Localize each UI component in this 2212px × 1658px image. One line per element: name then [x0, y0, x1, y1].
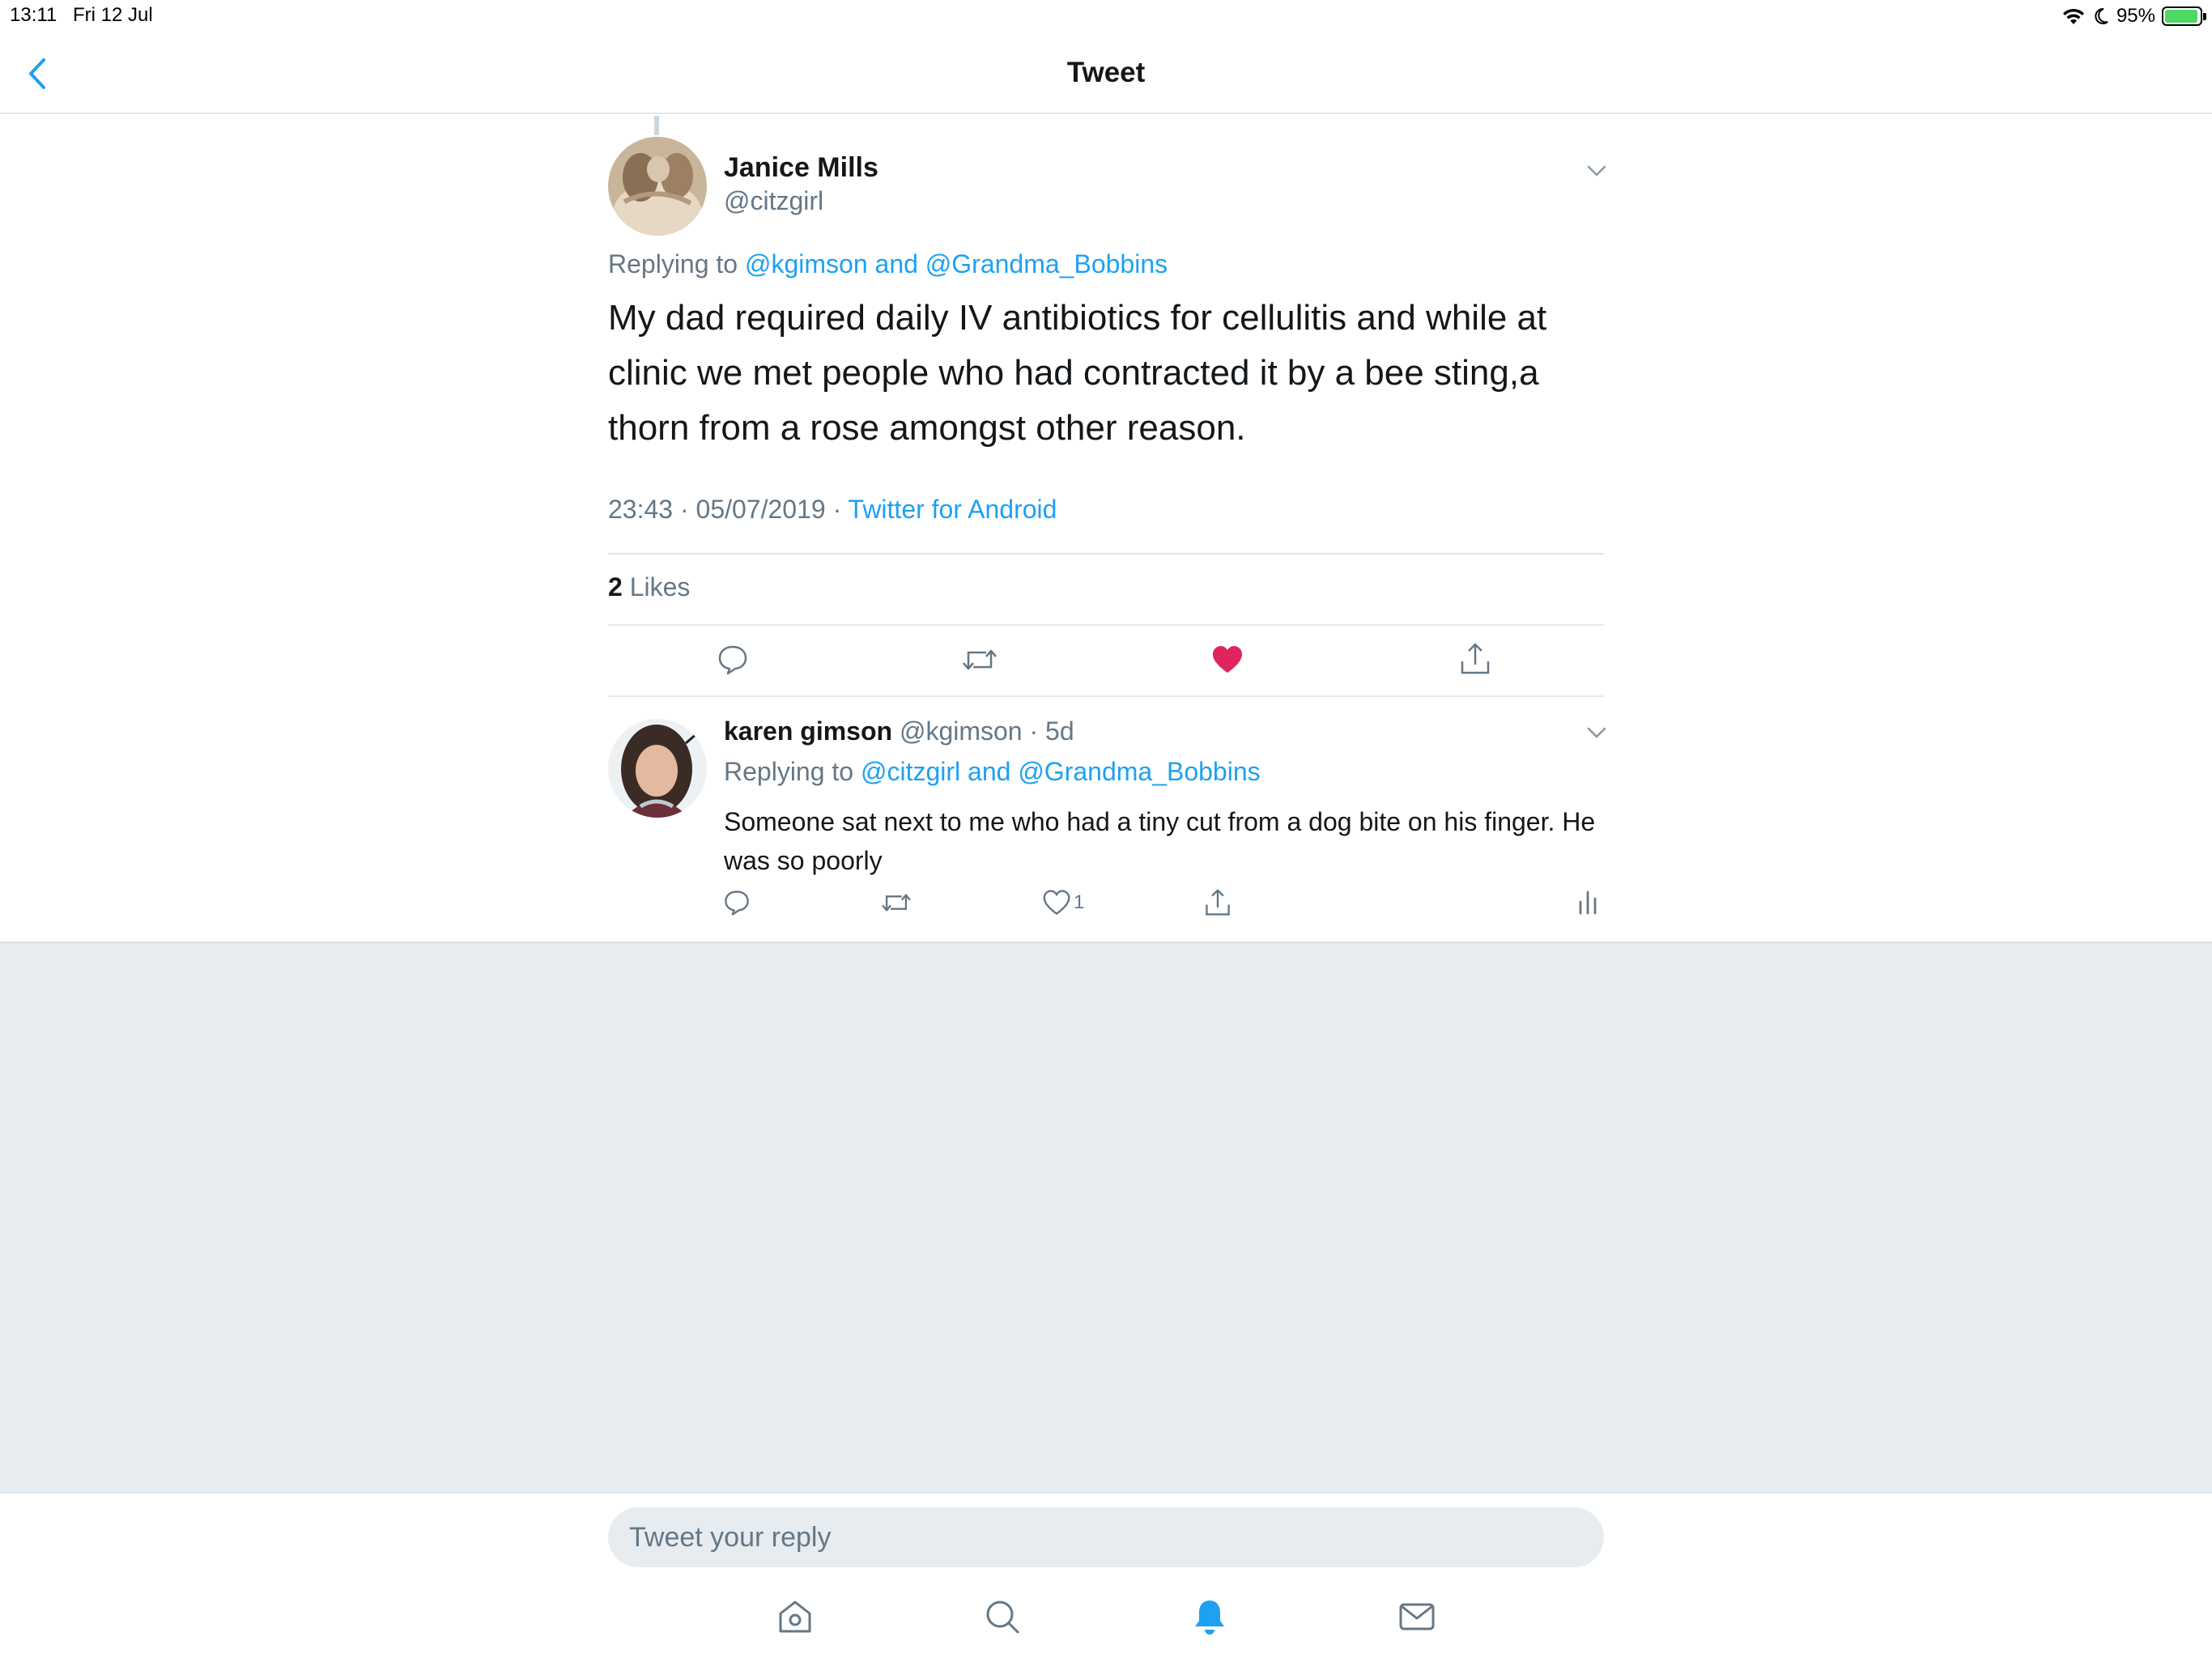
bottom-bar — [0, 1492, 2212, 1658]
avatar-image — [608, 719, 707, 818]
reply-icon — [725, 891, 749, 916]
status-indicators: 95% — [2061, 3, 2206, 29]
author-handle[interactable]: @citzgirl — [724, 186, 823, 216]
chevron-down-icon[interactable] — [1585, 725, 1608, 741]
dot-separator: · — [1022, 716, 1046, 746]
reply-age: 5d — [1045, 716, 1074, 746]
page-title: Tweet — [1066, 57, 1146, 88]
empty-background — [0, 942, 2212, 1492]
heart-outline-icon — [1043, 890, 1070, 916]
divider — [608, 695, 1604, 697]
replying-prefix: Replying to — [724, 757, 854, 786]
messages-icon[interactable] — [1396, 1596, 1438, 1638]
battery-nub — [2203, 13, 2206, 20]
home-icon[interactable] — [774, 1596, 816, 1638]
avatar-image — [608, 137, 707, 236]
battery-fill — [2165, 10, 2197, 23]
nav-header: Tweet — [0, 32, 2212, 114]
tweet-meta: 23:43 · 05/07/2019 · Twitter for Android — [608, 495, 1057, 525]
status-bar: 13:11 Fri 12 Jul 95% — [0, 0, 2212, 32]
reply-author-line: karen gimson @kgimson · 5d — [724, 716, 1074, 746]
share-icon[interactable] — [1459, 642, 1491, 676]
reply-input[interactable] — [608, 1507, 1604, 1567]
like-count: 1 — [1074, 891, 1085, 913]
reply-icon[interactable] — [717, 644, 749, 676]
thread-connector-line — [654, 116, 659, 135]
moon-icon — [2095, 7, 2108, 24]
replying-to: Replying to @citzgirl and @Grandma_Bobbi… — [724, 757, 1261, 787]
analytics-button[interactable] — [1577, 886, 1598, 919]
tweet-source-link[interactable]: Twitter for Android — [849, 495, 1057, 524]
status-date: Fri 12 Jul — [73, 4, 153, 26]
reply-button[interactable] — [723, 886, 751, 919]
chevron-down-icon[interactable] — [1585, 163, 1608, 179]
author-name[interactable]: Janice Mills — [724, 152, 878, 184]
likes-row[interactable]: 2 Likes — [608, 572, 690, 602]
share-button[interactable] — [1204, 886, 1231, 919]
battery-percent: 95% — [2116, 5, 2155, 27]
avatar[interactable] — [608, 137, 707, 236]
retweet-button[interactable] — [881, 886, 912, 919]
analytics-icon — [1579, 891, 1597, 915]
avatar[interactable] — [608, 719, 707, 818]
likes-count: 2 — [608, 572, 623, 602]
reply-tweet-text: Someone sat next to me who had a tiny cu… — [724, 807, 1596, 875]
heart-icon[interactable] — [1211, 644, 1244, 676]
search-icon[interactable] — [981, 1596, 1023, 1638]
wifi-icon — [2062, 8, 2084, 24]
replying-to: Replying to @kgimson and @Grandma_Bobbin… — [608, 249, 1168, 279]
notifications-icon[interactable] — [1189, 1596, 1231, 1638]
replying-prefix: Replying to — [608, 249, 738, 278]
replying-mentions-link[interactable]: @citzgirl and @Grandma_Bobbins — [861, 757, 1261, 786]
tweet-detail: Janice Mills @citzgirl Replying to @kgim… — [0, 116, 2212, 942]
replying-mentions-link[interactable]: @kgimson and @Grandma_Bobbins — [745, 249, 1168, 278]
tweet-timestamp: 23:43 · 05/07/2019 · — [608, 495, 849, 524]
reply-author-handle[interactable]: @kgimson — [900, 716, 1023, 746]
divider — [608, 553, 1604, 555]
likes-label: Likes — [622, 572, 691, 602]
retweet-icon — [882, 894, 911, 912]
share-icon — [1206, 889, 1230, 916]
tweet-text: My dad required daily IV antibiotics for… — [608, 298, 1547, 448]
retweet-icon[interactable] — [962, 644, 998, 676]
like-button[interactable]: 1 — [1043, 886, 1084, 919]
battery-icon — [2162, 6, 2206, 26]
reply-author-name[interactable]: karen gimson — [724, 716, 892, 746]
status-time: 13:11 — [10, 4, 57, 26]
divider — [608, 624, 1604, 626]
